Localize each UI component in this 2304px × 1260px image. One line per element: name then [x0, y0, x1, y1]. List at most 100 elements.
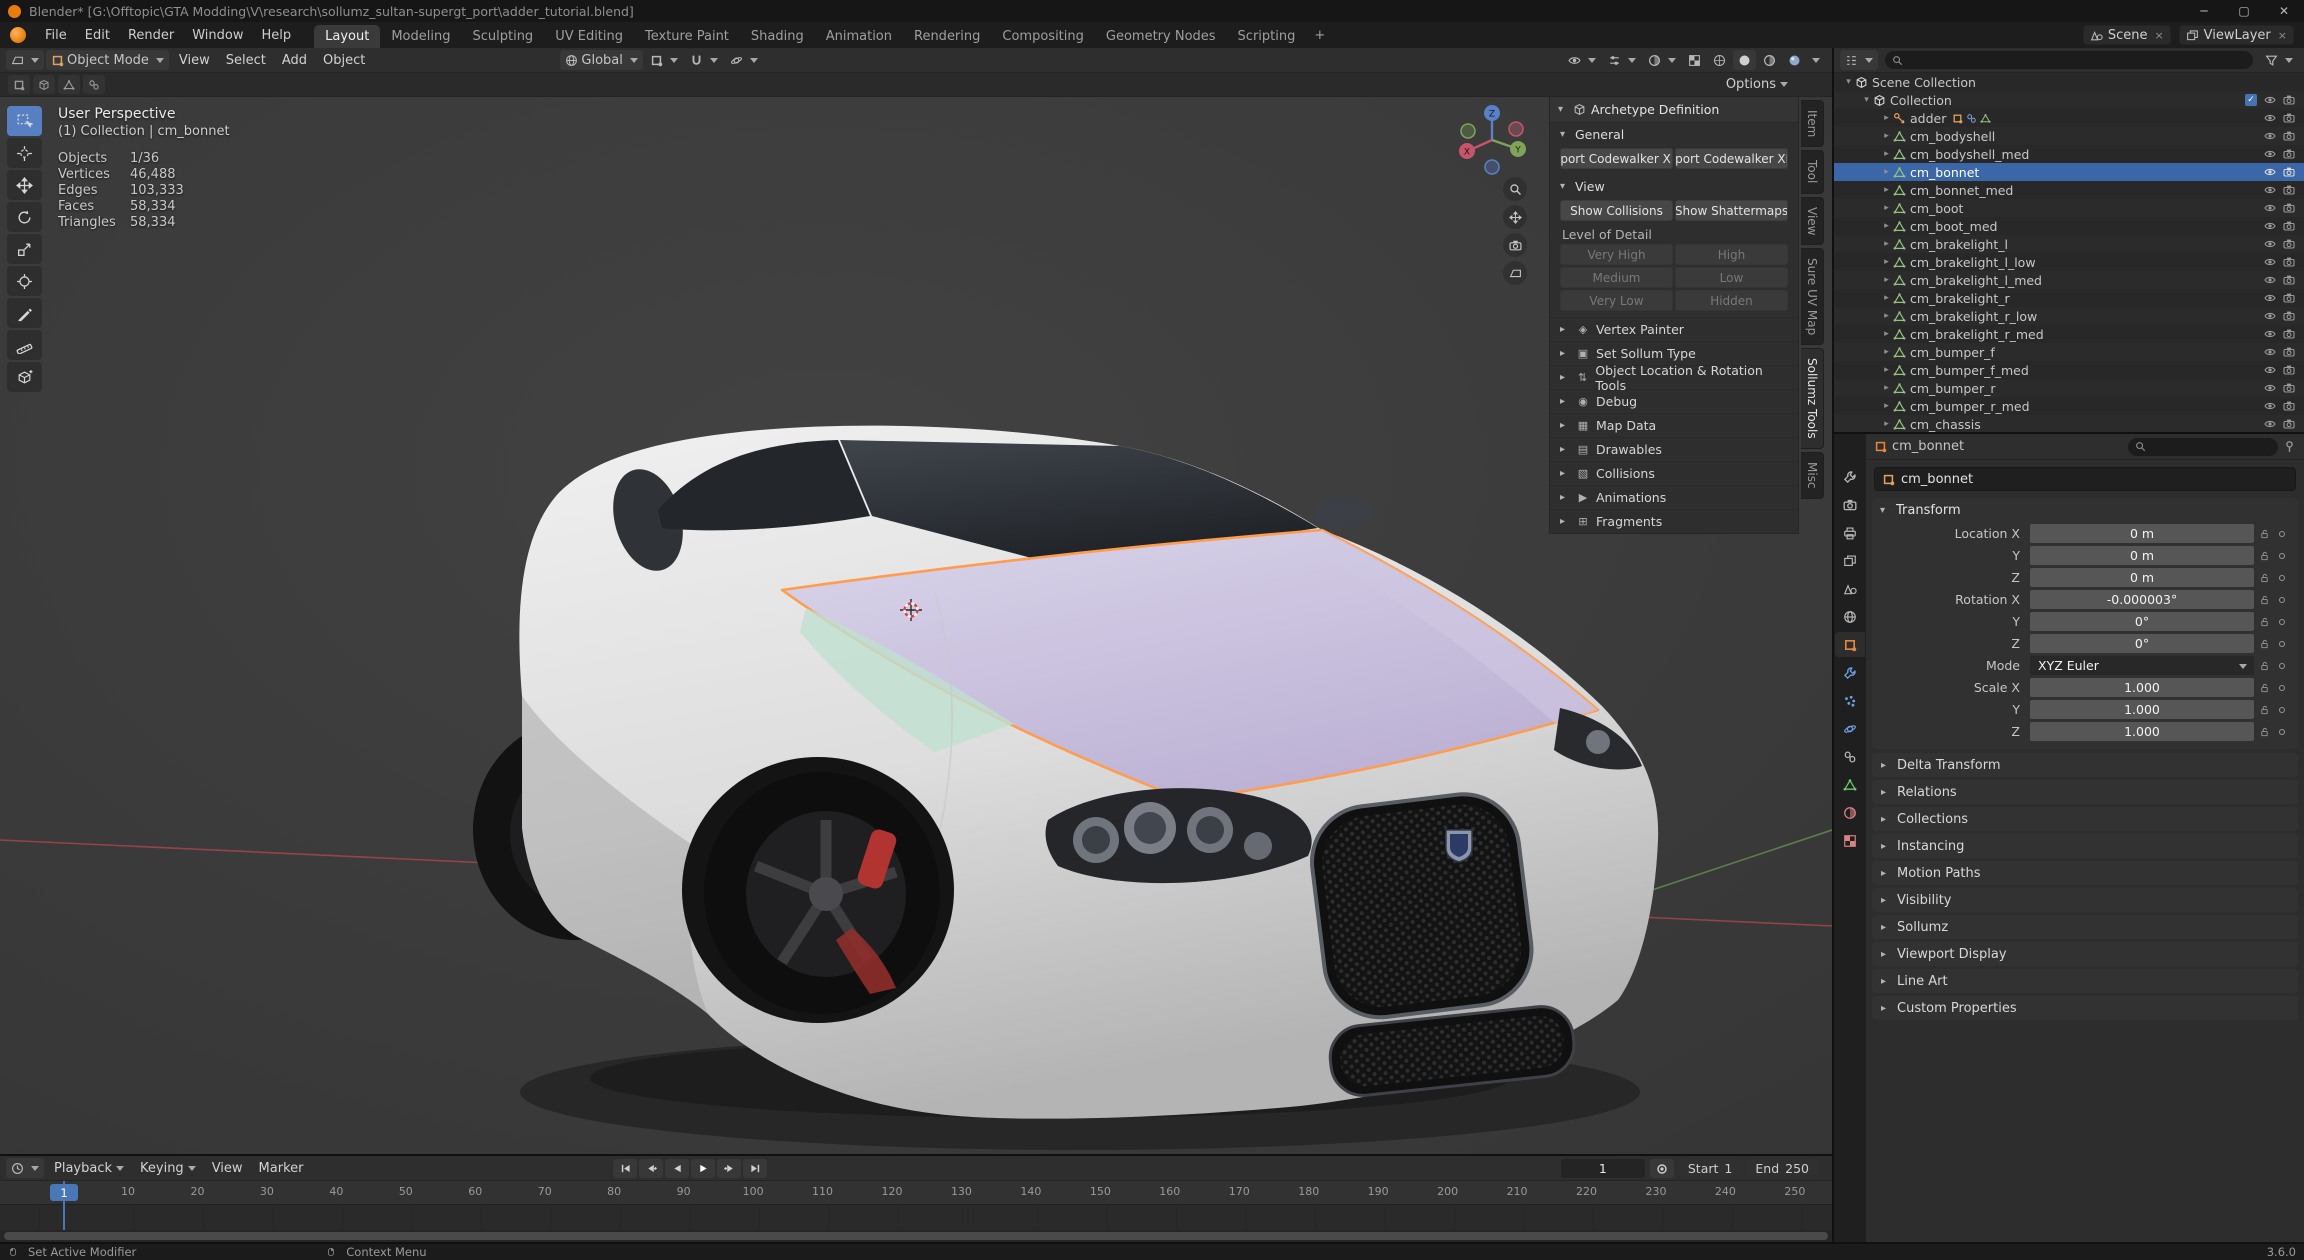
expand-arrow-icon[interactable] — [1880, 383, 1893, 393]
disable-render-camera-icon[interactable] — [2283, 400, 2295, 412]
collapsed-section-header[interactable]: ▸ Visibility — [1872, 888, 2298, 912]
viewport-menu-item[interactable]: Select — [218, 50, 274, 71]
hide-eye-icon[interactable] — [2264, 328, 2276, 340]
transform-value-field[interactable]: -0.000003° — [2030, 590, 2254, 609]
expand-arrow-icon[interactable] — [1880, 113, 1893, 123]
collapsed-panel-header[interactable]: ▸ ▦ Map Data — [1550, 413, 1798, 437]
hide-eye-icon[interactable] — [2264, 220, 2276, 232]
outliner-row[interactable]: cm_bonnet ✓ — [1834, 163, 2304, 181]
animate-dot[interactable] — [2274, 729, 2290, 735]
lod-button[interactable]: High — [1675, 244, 1788, 265]
navigation-gizmo[interactable]: Z X Y — [1454, 102, 1530, 178]
object-visibility-dropdown[interactable] — [1563, 50, 1601, 70]
tool-box-select[interactable] — [7, 106, 42, 136]
collapsed-panel-header[interactable]: ▸ ▶ Animations — [1550, 485, 1798, 509]
auto-keying-toggle[interactable] — [1650, 1159, 1674, 1178]
transform-value-field[interactable]: 0 m — [2030, 546, 2254, 565]
expand-arrow-icon[interactable] — [1880, 275, 1893, 285]
end-frame-field[interactable]: End 250 — [1746, 1159, 1818, 1178]
workspace-tab[interactable]: UV Editing — [544, 25, 634, 48]
transform-value-field[interactable]: 1.000 — [2030, 700, 2254, 719]
animate-dot[interactable] — [2274, 619, 2290, 625]
collapsed-panel-header[interactable]: ▸ ▣ Set Sollum Type — [1550, 341, 1798, 365]
outliner-row[interactable]: cm_brakelight_l ✓ — [1834, 235, 2304, 253]
tab-material[interactable] — [1835, 800, 1865, 825]
shading-dropdown-caret[interactable] — [1812, 58, 1820, 63]
animate-dot[interactable] — [2274, 597, 2290, 603]
outliner-row[interactable]: cm_bumper_f ✓ — [1834, 343, 2304, 361]
timeline-menu-item[interactable]: Keying — [132, 1158, 204, 1179]
workspace-tab[interactable]: Shading — [740, 25, 815, 48]
disable-render-camera-icon[interactable] — [2283, 256, 2295, 268]
animate-dot[interactable] — [2274, 641, 2290, 647]
tab-render[interactable] — [1835, 492, 1865, 517]
hide-eye-icon[interactable] — [2264, 166, 2276, 178]
hide-eye-icon[interactable] — [2264, 400, 2276, 412]
codewalker-xml-button[interactable]: Export Codewalker XML — [1675, 148, 1788, 169]
expand-arrow-icon[interactable] — [1880, 167, 1893, 177]
pin-id-icon[interactable] — [2283, 439, 2296, 454]
hide-eye-icon[interactable] — [2264, 346, 2276, 358]
object-name-field[interactable]: cm_bonnet — [1874, 467, 2296, 491]
expand-arrow-icon[interactable] — [1880, 347, 1893, 357]
options-dropdown[interactable]: Options — [1726, 77, 1788, 92]
expand-arrow-icon[interactable] — [1880, 419, 1893, 429]
show-gizmo-toggle[interactable] — [1603, 50, 1641, 70]
outliner-row[interactable]: cm_brakelight_r_low ✓ — [1834, 307, 2304, 325]
transform-value-field[interactable]: 1.000 — [2030, 678, 2254, 697]
tool-settings-toggle-4[interactable] — [83, 75, 105, 94]
tab-object[interactable] — [1835, 632, 1865, 657]
tool-3d-cursor[interactable] — [7, 138, 42, 168]
menubar-menu-item[interactable]: Window — [183, 25, 252, 46]
sidebar-tab[interactable]: View — [1801, 197, 1824, 245]
general-subpanel-header[interactable]: ▾ General — [1550, 123, 1798, 146]
disable-render-camera-icon[interactable] — [2283, 202, 2295, 214]
next-keyframe-button[interactable] — [717, 1159, 741, 1178]
expand-arrow-icon[interactable] — [1880, 257, 1893, 267]
workspace-tab[interactable]: Sculpting — [461, 25, 544, 48]
hide-eye-icon[interactable] — [2264, 184, 2276, 196]
transform-panel-header[interactable]: ▾ Transform — [1872, 498, 2298, 522]
menubar-menu-item[interactable]: Edit — [76, 25, 119, 46]
shading-wireframe-button[interactable] — [1708, 50, 1731, 70]
play-button[interactable] — [691, 1159, 715, 1178]
add-workspace-button[interactable]: + — [1306, 25, 1333, 46]
transform-value-field[interactable]: 0 m — [2030, 524, 2254, 543]
workspace-tab[interactable]: Texture Paint — [634, 25, 740, 48]
outliner-row[interactable]: cm_bonnet_med ✓ — [1834, 181, 2304, 199]
outliner-row[interactable]: cm_bodyshell ✓ — [1834, 127, 2304, 145]
workspace-tab[interactable]: Animation — [815, 25, 903, 48]
outliner-row[interactable]: cm_chassis ✓ — [1834, 415, 2304, 432]
hide-eye-icon[interactable] — [2264, 94, 2276, 106]
disable-render-camera-icon[interactable] — [2283, 130, 2295, 142]
collapsed-panel-header[interactable]: ▸ ◈ Vertex Painter — [1550, 317, 1798, 341]
lod-button[interactable]: Very Low — [1560, 290, 1673, 311]
expand-arrow-icon[interactable] — [1880, 401, 1893, 411]
sidebar-tab[interactable]: Sollumz Tools — [1801, 348, 1824, 449]
workspace-tab[interactable]: Rendering — [903, 25, 991, 48]
outliner-row[interactable]: cm_bumper_r_med ✓ — [1834, 397, 2304, 415]
expand-arrow-icon[interactable] — [1880, 293, 1893, 303]
expand-arrow-icon[interactable] — [1860, 95, 1873, 105]
play-reverse-button[interactable] — [665, 1159, 689, 1178]
view-subpanel-header[interactable]: ▾ View — [1550, 175, 1798, 198]
outliner-row[interactable]: cm_bumper_r ✓ — [1834, 379, 2304, 397]
viewport-menu-item[interactable]: View — [171, 50, 218, 71]
outliner-search-input[interactable] — [1885, 51, 2253, 69]
disable-render-camera-icon[interactable] — [2283, 184, 2295, 196]
viewport-menu-item[interactable]: Add — [274, 50, 315, 71]
tab-scene[interactable] — [1835, 576, 1865, 601]
outliner-row[interactable]: cm_brakelight_l_low ✓ — [1834, 253, 2304, 271]
tab-physics[interactable] — [1835, 716, 1865, 741]
camera-view-button[interactable] — [1503, 233, 1527, 257]
hide-eye-icon[interactable] — [2264, 130, 2276, 142]
sidebar-tab[interactable]: Sure UV Map — [1801, 248, 1824, 345]
snap-toggle[interactable] — [685, 50, 723, 70]
disable-render-camera-icon[interactable] — [2283, 310, 2295, 322]
lod-button[interactable]: Very High — [1560, 244, 1673, 265]
tool-move[interactable] — [7, 170, 42, 200]
collapsed-panel-header[interactable]: ▸ ⇅ Object Location & Rotation Tools — [1550, 365, 1798, 389]
lock-icon[interactable] — [2254, 704, 2274, 715]
close-button[interactable]: ✕ — [2264, 0, 2304, 22]
editor-type-button[interactable] — [6, 50, 44, 70]
